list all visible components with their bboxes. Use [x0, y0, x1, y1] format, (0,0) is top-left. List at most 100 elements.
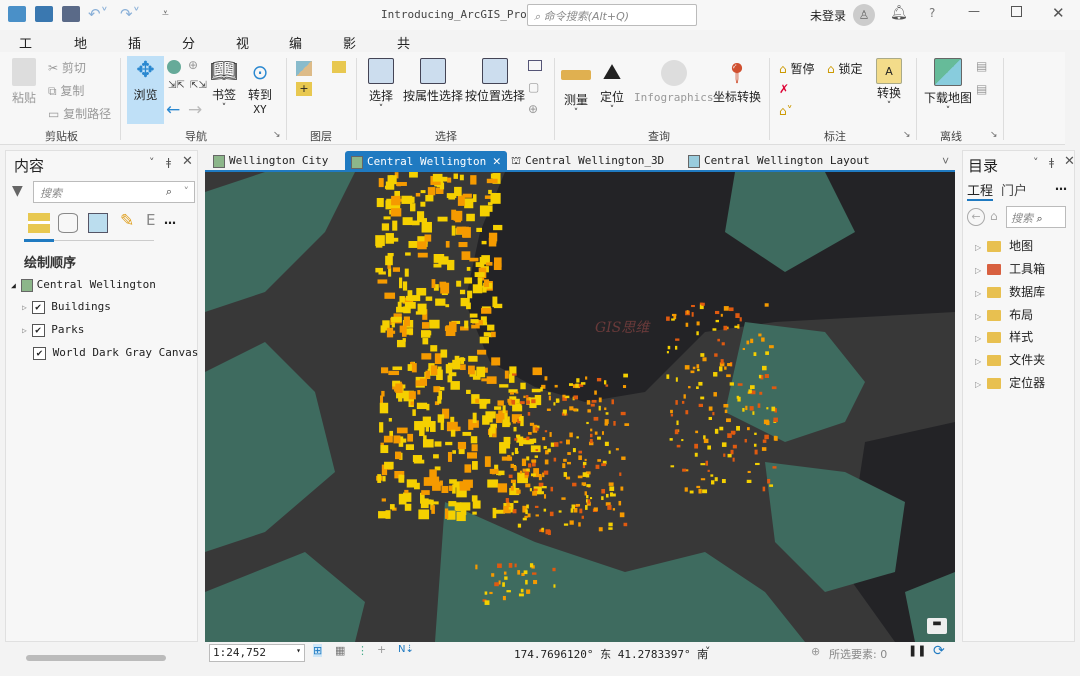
clear-selection-icon[interactable]: ▢	[528, 80, 539, 94]
infographics-button[interactable]: Infographics	[634, 58, 713, 104]
close-tab-icon[interactable]: ✕	[493, 154, 501, 169]
expand-icon[interactable]: ▷	[975, 243, 981, 252]
back-button[interactable]: ←	[967, 208, 985, 226]
measure-button[interactable]: 测量 ˅	[561, 62, 591, 118]
layer-item-basemap[interactable]: ✔ World Dark Gray Canvas Ba	[33, 346, 198, 360]
catalog-item-folders[interactable]: ▷ 文件夹	[975, 351, 1045, 368]
tabs-overflow-chevron-icon[interactable]: ˅	[942, 154, 949, 169]
snapping-icon[interactable]: ⋮	[357, 644, 368, 657]
layer-visibility-checkbox[interactable]: ✔	[31, 323, 45, 337]
layer-item-parks[interactable]: ▷ ✔ Parks	[22, 323, 84, 337]
map-tab-central-wellington-3d[interactable]: ⛫ Central Wellington_3D	[505, 151, 670, 172]
catalog-tab-portal[interactable]: 门户	[1001, 180, 1027, 199]
basemap-icon[interactable]	[296, 61, 312, 76]
minimize-button[interactable]: —	[968, 4, 980, 18]
more-options-icon[interactable]: …	[1055, 179, 1067, 193]
catalog-search-input[interactable]: 搜索 ⌕	[1006, 206, 1066, 228]
editing-pencil-icon[interactable]: ✎	[120, 211, 134, 231]
close-button[interactable]: ✕	[1052, 4, 1065, 22]
close-pane-icon[interactable]: ✕	[182, 154, 193, 169]
add-data-icon[interactable]	[332, 61, 346, 73]
convert-labels-button[interactable]: A 转换 ˅	[876, 58, 902, 111]
maximize-button[interactable]	[1011, 6, 1022, 17]
layer-item-buildings[interactable]: ▷ ✔ Buildings	[22, 300, 111, 314]
crosshair-icon[interactable]: +	[377, 643, 386, 656]
catalog-item-locators[interactable]: ▷ 定位器	[975, 374, 1045, 391]
copy-path-button[interactable]: ▭ 复制路径	[48, 105, 111, 122]
data-source-icon[interactable]	[58, 213, 78, 233]
select-by-location-button[interactable]: 按位置选择	[465, 58, 525, 104]
bookmarks-button[interactable]: 📖︎ 书签 ˅	[210, 58, 238, 113]
dialog-launcher-icon[interactable]: ↘	[990, 130, 998, 140]
snapping-icon[interactable]: E	[146, 211, 155, 229]
catalog-item-toolboxes[interactable]: ▷ 工具箱	[975, 260, 1045, 277]
explore-button[interactable]: ✥ 浏览	[127, 56, 164, 124]
catalog-item-maps[interactable]: ▷ 地图	[975, 237, 1033, 254]
attributes-icon[interactable]	[528, 60, 542, 71]
refresh-icon[interactable]: ⟳	[933, 643, 945, 659]
chevron-down-icon[interactable]: ˅	[184, 185, 190, 198]
expand-icon[interactable]: ▷	[975, 357, 981, 366]
expand-icon[interactable]: ▷	[975, 289, 981, 298]
pause-labels-button[interactable]: ⌂ 暂停	[779, 60, 814, 77]
catalog-item-layouts[interactable]: ▷ 布局	[975, 306, 1033, 323]
filter-icon[interactable]: ▼	[12, 183, 23, 199]
unplaced-labels-icon[interactable]: ✗	[779, 82, 789, 96]
sign-in-status[interactable]: 未登录	[810, 7, 846, 24]
map-tab-wellington-city[interactable]: Wellington City	[207, 151, 334, 172]
pause-drawing-button[interactable]: ❚❚	[908, 644, 926, 657]
map-tab-central-wellington[interactable]: Central Wellington ✕	[345, 151, 507, 172]
sync-icon[interactable]: ▤	[976, 59, 987, 73]
collapse-icon[interactable]: ◢	[11, 281, 21, 290]
drawing-order-icon[interactable]	[28, 213, 50, 233]
redo-icon[interactable]: ↷˅	[120, 5, 140, 23]
expand-icon[interactable]: ▷	[975, 334, 981, 343]
map-tab-layout[interactable]: Central Wellington Layout	[682, 151, 876, 172]
copy-button[interactable]: ⧉ 复制	[48, 82, 84, 99]
close-pane-icon[interactable]: ✕	[1064, 154, 1075, 169]
user-avatar-icon[interactable]: ♙	[853, 4, 875, 26]
table-icon[interactable]: ▦	[335, 644, 345, 657]
notifications-bell-icon[interactable]: 🔔︎	[890, 5, 908, 21]
pane-options-icon[interactable]: ˅	[149, 156, 155, 169]
new-project-icon[interactable]	[8, 6, 26, 22]
convert-coordinates-button[interactable]: 📍︎ 坐标转换	[713, 58, 761, 105]
fixed-zoom-out-icon[interactable]: ⇱⇲	[190, 80, 207, 91]
goto-xy-button[interactable]: ⊙ 转到 XY	[248, 58, 272, 116]
catalog-item-databases[interactable]: ▷ 数据库	[975, 283, 1045, 300]
layer-visibility-checkbox[interactable]: ✔	[33, 346, 46, 360]
paste-button[interactable]: 粘贴	[12, 58, 36, 106]
pin-pane-icon[interactable]: ǂ	[1049, 156, 1054, 169]
select-by-attributes-button[interactable]: 按属性选择	[403, 58, 463, 104]
lock-labels-button[interactable]: ⌂ 锁定	[827, 60, 862, 77]
map-canvas[interactable]: GIS思维	[205, 172, 955, 642]
zoom-to-selection-icon[interactable]: ⊕	[528, 102, 538, 116]
dialog-launcher-icon[interactable]: ↘	[273, 130, 281, 140]
layer-visibility-checkbox[interactable]: ✔	[31, 300, 45, 314]
expand-icon[interactable]: ▷	[975, 266, 981, 275]
contents-search-input[interactable]: 搜索 ⌕ ˅	[33, 181, 195, 203]
label-options-icon[interactable]: ⌂˅	[779, 104, 793, 118]
more-options-icon[interactable]: …	[164, 213, 176, 227]
selection-icon[interactable]	[88, 213, 108, 233]
full-extent-icon[interactable]	[167, 60, 181, 74]
map-navigator-icon[interactable]: ▬	[927, 618, 947, 634]
expand-icon[interactable]: ▷	[975, 312, 981, 321]
pane-options-icon[interactable]: ˅	[1033, 156, 1039, 169]
customize-qat-icon[interactable]: ⩡	[162, 6, 169, 21]
select-button[interactable]: 选择 ˅	[368, 58, 394, 114]
pin-pane-icon[interactable]: ǂ	[166, 156, 171, 169]
expand-icon[interactable]: ▷	[22, 303, 32, 312]
map-view[interactable]: GIS思维 ▬	[205, 172, 955, 642]
fixed-zoom-in-icon[interactable]: ⇲⇱	[168, 80, 185, 91]
coordinate-format-chevron-icon[interactable]: ˅	[705, 645, 711, 658]
help-button[interactable]: ?	[929, 6, 935, 20]
catalog-tab-project[interactable]: 工程	[967, 180, 994, 201]
remove-offline-icon[interactable]: ▤	[976, 82, 987, 96]
grid-snap-icon[interactable]: ⊞	[313, 644, 323, 657]
locate-button[interactable]: ⛰︎ 定位 ˅	[600, 58, 624, 115]
next-extent-icon[interactable]: →	[188, 100, 202, 120]
north-arrow-icon[interactable]: N⇣	[398, 644, 414, 655]
dialog-launcher-icon[interactable]: ↘	[903, 130, 911, 140]
expand-icon[interactable]: ▷	[975, 380, 981, 389]
